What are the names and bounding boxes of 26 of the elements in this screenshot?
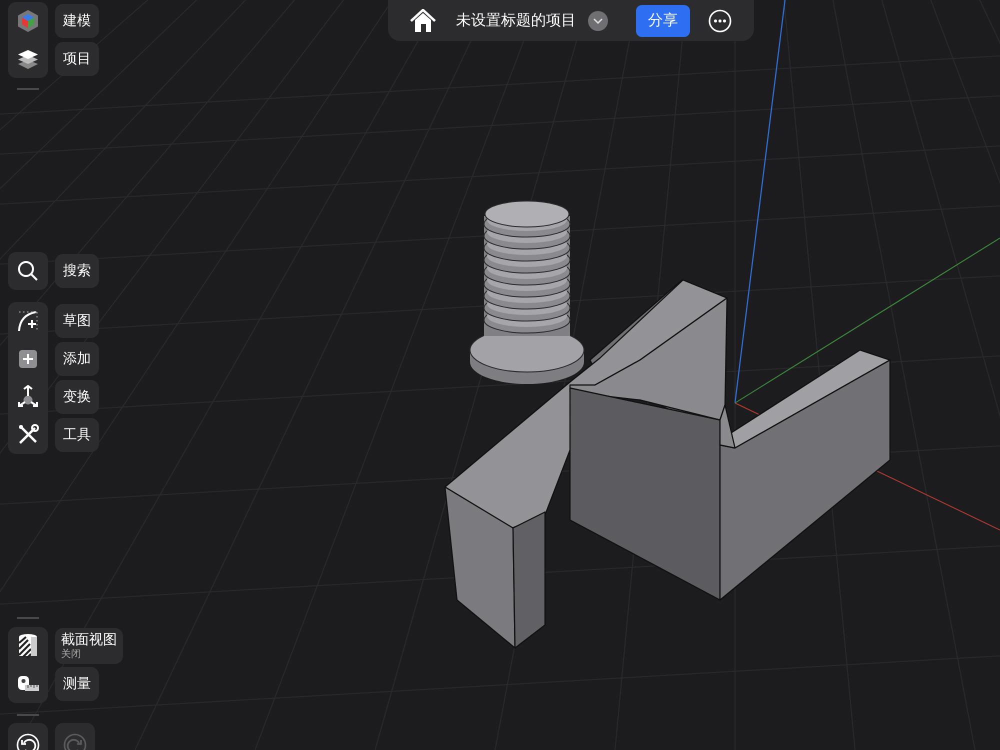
tool-label-button[interactable]: 搜索 xyxy=(55,254,99,288)
sketch-icon[interactable] xyxy=(16,309,40,333)
tool-label: 截面视图 xyxy=(61,632,117,648)
tool-label-button[interactable]: 变换 xyxy=(55,380,99,414)
chevron-down-icon[interactable] xyxy=(588,10,608,30)
tool-label-button[interactable]: 项目 xyxy=(55,42,99,76)
cube-icon[interactable] xyxy=(16,9,40,33)
share-button[interactable]: 分享 xyxy=(636,4,690,36)
tool-label-button[interactable]: 测量 xyxy=(55,667,99,701)
add-icon[interactable] xyxy=(18,349,38,369)
section-icon[interactable] xyxy=(17,633,39,659)
section-view-button[interactable]: 截面视图 关闭 xyxy=(55,628,123,664)
redo-icon xyxy=(63,733,87,750)
search-icon[interactable] xyxy=(17,260,39,282)
layers-icon[interactable] xyxy=(17,48,39,70)
tool-label-button[interactable]: 建模 xyxy=(55,4,99,38)
status-text: 关闭 xyxy=(61,649,81,660)
wrench-icon[interactable] xyxy=(17,424,39,446)
tool-label-button[interactable]: 添加 xyxy=(55,342,99,376)
more-icon[interactable] xyxy=(708,8,732,32)
tool-label-button[interactable]: 草图 xyxy=(55,304,99,338)
tool-label-button[interactable]: 工具 xyxy=(55,418,99,452)
transform-icon[interactable] xyxy=(16,385,40,409)
project-title: 未设置标题的项目 xyxy=(456,11,576,30)
undo-icon xyxy=(16,733,40,750)
home-icon[interactable] xyxy=(410,8,436,32)
